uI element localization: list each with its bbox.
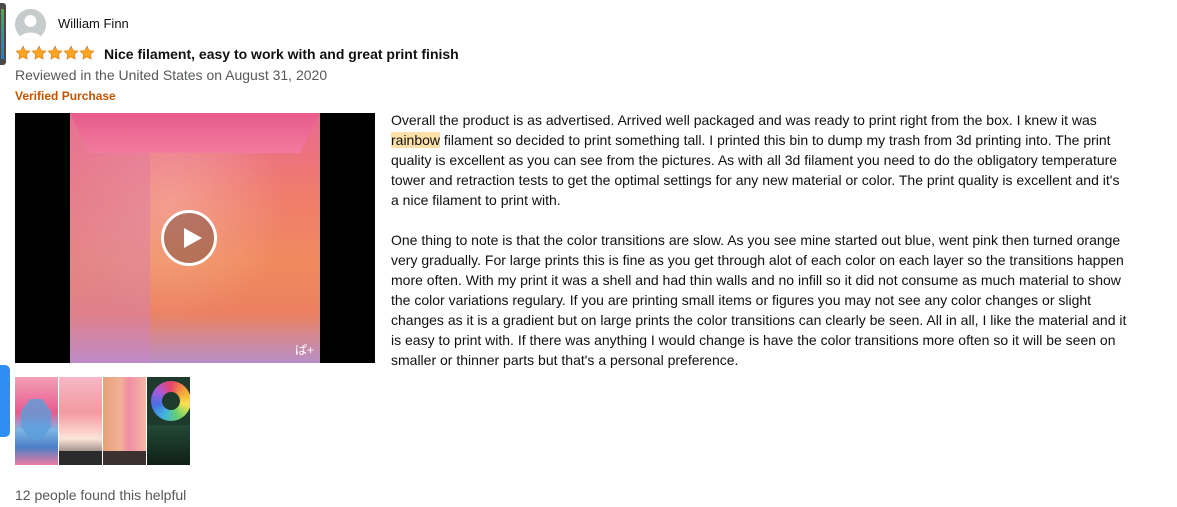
highlighted-word: rainbow	[391, 132, 441, 148]
video-watermark: ぱ+	[295, 343, 315, 357]
user-avatar-icon	[15, 9, 46, 40]
review-date: Reviewed in the United States on August …	[15, 67, 328, 83]
left-edge-feedback-tab[interactable]	[0, 365, 10, 437]
review-image-thumbnails	[15, 377, 190, 465]
star-icon	[47, 45, 63, 60]
review-image-thumbnail[interactable]	[15, 377, 58, 465]
review-title[interactable]: Nice filament, easy to work with and gre…	[104, 46, 459, 62]
review-video-player[interactable]: ぱ+	[15, 113, 375, 363]
verified-purchase-badge[interactable]: Verified Purchase	[15, 89, 116, 103]
helpful-count: 12 people found this helpful	[15, 487, 187, 503]
poster-bin-rim	[70, 113, 320, 153]
review-paragraph-2: One thing to note is that the color tran…	[391, 232, 1127, 368]
star-icon	[15, 45, 31, 60]
review-text: Overall the product is as advertised. Ar…	[391, 112, 1097, 128]
star-icon	[79, 45, 95, 60]
thumb-base	[147, 425, 190, 465]
star-rating[interactable]	[15, 45, 95, 61]
review-image-thumbnail[interactable]	[59, 377, 102, 465]
reviewer-name[interactable]: William Finn	[58, 16, 129, 31]
poster-embossed-text	[170, 180, 290, 186]
review-image-thumbnail[interactable]	[103, 377, 146, 465]
review-text: filament so decided to print something t…	[391, 132, 1120, 208]
left-edge-panel-handle[interactable]	[0, 3, 6, 65]
review-page: William Finn Nice filament, easy to work…	[0, 0, 1177, 507]
avatar[interactable]	[15, 9, 46, 40]
review-body: Overall the product is as advertised. Ar…	[391, 110, 1131, 370]
thumb-rainbow-ring	[151, 381, 190, 421]
review-image-thumbnail[interactable]	[147, 377, 190, 465]
play-icon[interactable]	[161, 210, 217, 266]
star-icon	[63, 45, 79, 60]
star-icon	[31, 45, 47, 60]
review-paragraph-1: Overall the product is as advertised. Ar…	[391, 110, 1131, 210]
